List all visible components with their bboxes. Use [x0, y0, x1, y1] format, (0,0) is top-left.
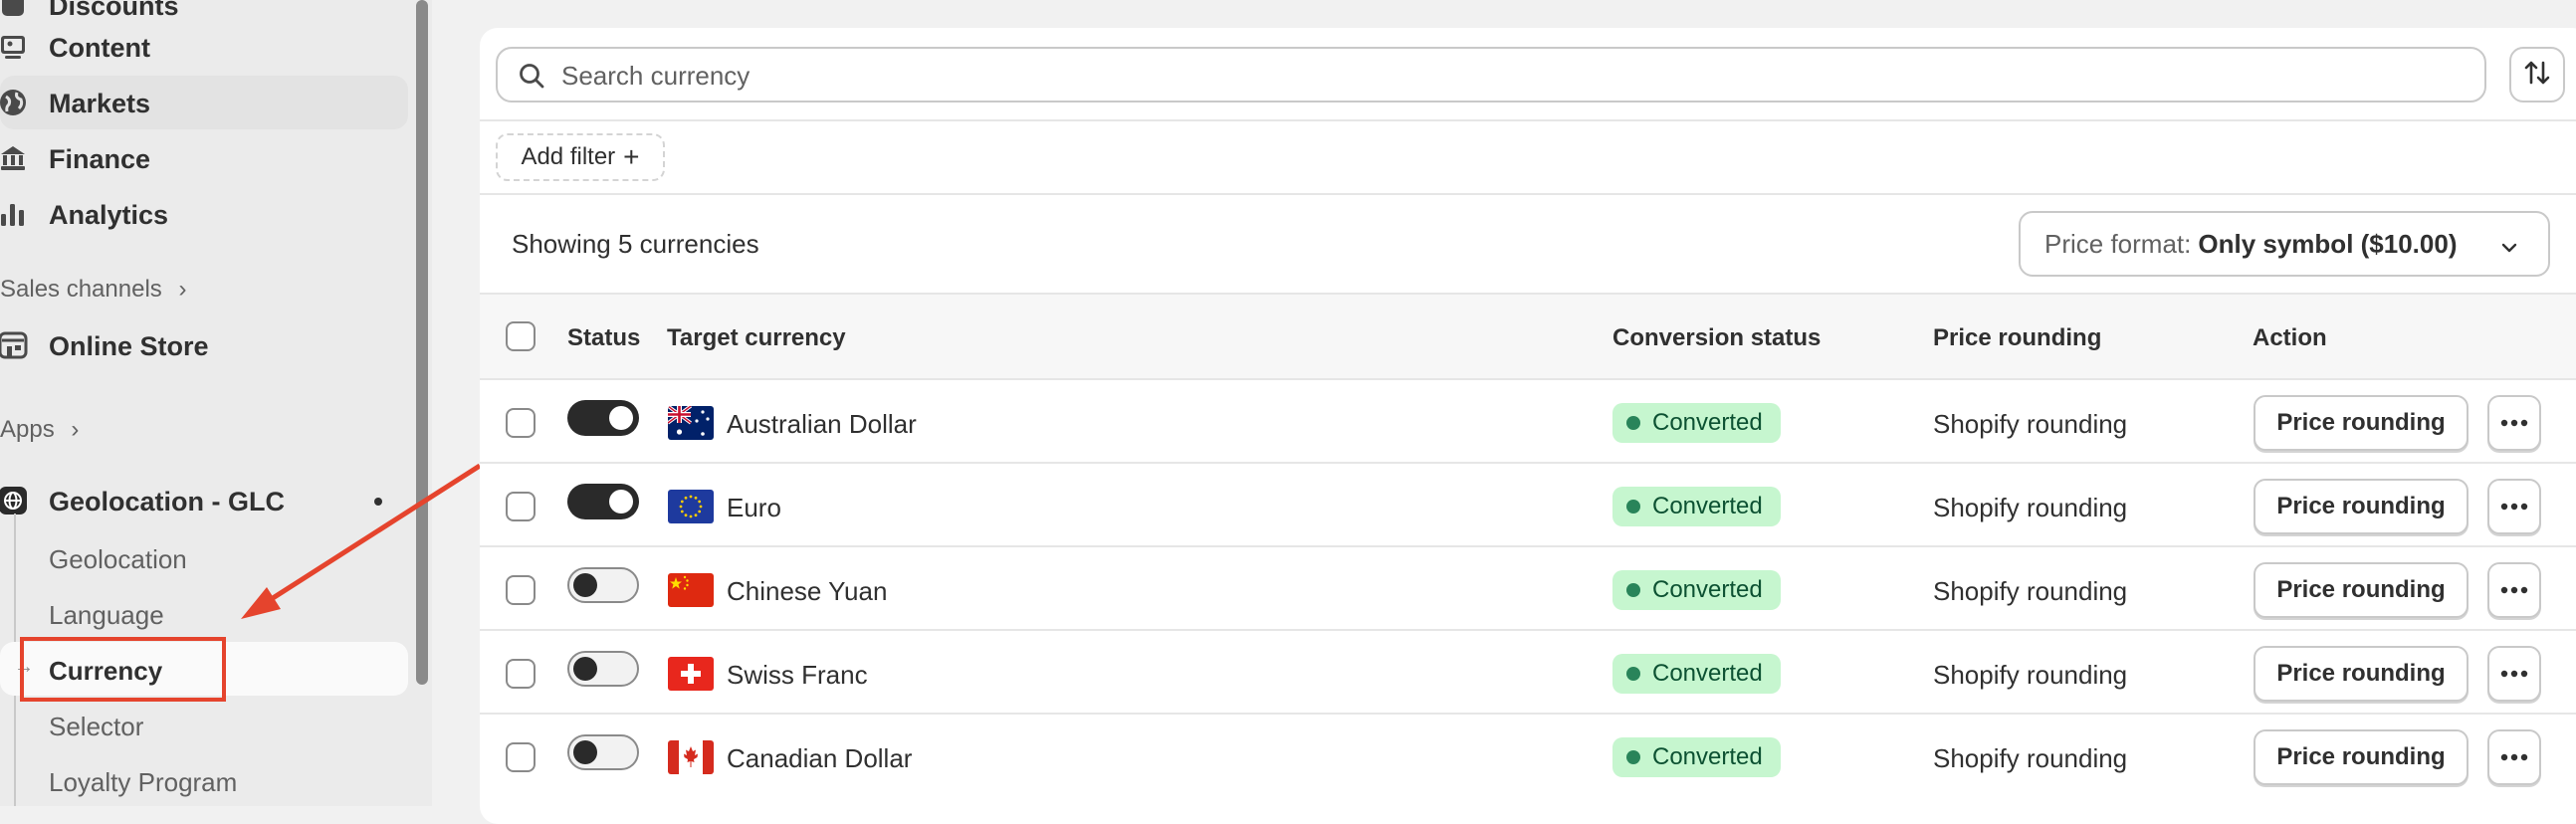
- search-icon: [518, 62, 545, 95]
- showing-count-text: Showing 5 currencies: [512, 229, 759, 259]
- status-toggle[interactable]: [567, 400, 639, 436]
- bar-chart-icon: [0, 199, 28, 229]
- sidebar-item-label: Finance: [49, 144, 151, 174]
- content-icon: [0, 32, 28, 62]
- conversion-status-badge: Converted: [1612, 570, 1781, 610]
- search-input[interactable]: [559, 59, 2455, 93]
- row-checkbox[interactable]: [506, 408, 536, 438]
- sidebar-subitem-label: Language: [49, 600, 164, 630]
- column-header-status[interactable]: Status: [567, 324, 640, 352]
- more-actions-button[interactable]: [2487, 395, 2541, 451]
- column-header-action[interactable]: Action: [2253, 324, 2327, 352]
- add-filter-label: Add filter: [521, 143, 616, 170]
- sidebar-item-finance[interactable]: Finance: [0, 131, 408, 185]
- sidebar: Discounts Content Markets Finance Analyt…: [0, 0, 432, 806]
- currency-name: Euro: [727, 493, 781, 522]
- select-all-checkbox[interactable]: [506, 321, 536, 351]
- sidebar-subitem-label: Loyalty Program: [49, 767, 238, 797]
- sidebar-subitem-loyalty-program[interactable]: Loyalty Program: [0, 753, 408, 807]
- more-actions-button[interactable]: [2487, 729, 2541, 785]
- app-globe-icon: [0, 486, 28, 515]
- price-format-value: Only symbol ($10.00): [2198, 228, 2458, 259]
- column-header-price-rounding[interactable]: Price rounding: [1933, 324, 2101, 352]
- more-horizontal-icon: [2499, 665, 2529, 683]
- more-actions-button[interactable]: [2487, 562, 2541, 618]
- store-icon: [0, 330, 28, 360]
- apps-label: Apps: [0, 416, 55, 443]
- conversion-status-badge: Converted: [1612, 487, 1781, 526]
- conversion-status-badge: Converted: [1612, 403, 1781, 443]
- price-rounding-value: Shopify rounding: [1933, 409, 2128, 439]
- currency-name: Canadian Dollar: [727, 743, 913, 773]
- price-format-label: Price format:: [2044, 228, 2192, 259]
- status-toggle[interactable]: [567, 651, 639, 687]
- sales-channels-link[interactable]: Sales channels ›: [0, 276, 186, 304]
- sidebar-item-analytics[interactable]: Analytics: [0, 187, 408, 241]
- switzerland-flag-icon: [668, 657, 714, 691]
- status-toggle[interactable]: [567, 567, 639, 603]
- bank-icon: [0, 143, 28, 173]
- price-rounding-button[interactable]: Price rounding: [2254, 729, 2469, 785]
- australia-flag-icon: [668, 406, 714, 440]
- currency-name: Swiss Franc: [727, 660, 868, 690]
- search-field[interactable]: [496, 47, 2486, 103]
- row-checkbox[interactable]: [506, 575, 536, 605]
- eu-flag-icon: [668, 490, 714, 523]
- sidebar-item-label: Analytics: [49, 200, 169, 230]
- globe-icon: [0, 88, 28, 117]
- sidebar-subitem-label: Selector: [49, 712, 144, 741]
- row-checkbox[interactable]: [506, 659, 536, 689]
- more-horizontal-icon: [2499, 748, 2529, 766]
- price-rounding-value: Shopify rounding: [1933, 660, 2128, 690]
- price-rounding-value: Shopify rounding: [1933, 743, 2128, 773]
- annotation-arrow: [241, 463, 482, 619]
- column-header-conversion-status[interactable]: Conversion status: [1612, 324, 1821, 352]
- sidebar-item-label: Markets: [49, 89, 151, 118]
- price-rounding-button[interactable]: Price rounding: [2254, 395, 2469, 451]
- sidebar-subitem-selector[interactable]: Selector: [0, 698, 408, 751]
- chevron-down-icon: [2498, 235, 2520, 266]
- sidebar-item-content[interactable]: Content: [0, 20, 408, 74]
- row-checkbox[interactable]: [506, 742, 536, 772]
- column-header-target-currency[interactable]: Target currency: [667, 324, 846, 352]
- chevron-right-icon: ›: [178, 276, 187, 303]
- conversion-status-badge: Converted: [1612, 654, 1781, 694]
- price-rounding-button[interactable]: Price rounding: [2254, 646, 2469, 702]
- more-actions-button[interactable]: [2487, 646, 2541, 702]
- sales-channels-label: Sales channels: [0, 276, 162, 303]
- status-toggle[interactable]: [567, 484, 639, 519]
- conversion-status-badge: Converted: [1612, 737, 1781, 777]
- more-horizontal-icon: [2499, 581, 2529, 599]
- more-horizontal-icon: [2499, 414, 2529, 432]
- apps-link[interactable]: Apps ›: [0, 416, 79, 444]
- discount-icon: [0, 0, 28, 20]
- sidebar-item-label: Online Store: [49, 331, 209, 361]
- price-format-select[interactable]: Price format: Only symbol ($10.00): [2019, 211, 2550, 277]
- add-filter-button[interactable]: Add filter +: [496, 133, 665, 181]
- more-horizontal-icon: [2499, 498, 2529, 515]
- price-rounding-value: Shopify rounding: [1933, 576, 2128, 606]
- plus-icon: +: [623, 141, 640, 172]
- more-actions-button[interactable]: [2487, 479, 2541, 534]
- row-checkbox[interactable]: [506, 492, 536, 521]
- status-toggle[interactable]: [567, 734, 639, 770]
- annotation-highlight-box: [20, 637, 226, 702]
- sidebar-item-label: Content: [49, 33, 150, 63]
- sort-button[interactable]: [2509, 47, 2565, 103]
- sidebar-item-label: Discounts: [49, 0, 179, 21]
- sidebar-item-online-store[interactable]: Online Store: [0, 318, 408, 372]
- sort-icon: [2522, 58, 2552, 93]
- price-rounding-value: Shopify rounding: [1933, 493, 2128, 522]
- price-rounding-button[interactable]: Price rounding: [2254, 479, 2469, 534]
- sidebar-item-markets[interactable]: Markets: [0, 76, 408, 129]
- divider: [480, 193, 2576, 195]
- china-flag-icon: [668, 573, 714, 607]
- divider: [480, 119, 2576, 121]
- chevron-right-icon: ›: [71, 416, 80, 443]
- currency-name: Australian Dollar: [727, 409, 917, 439]
- currency-name: Chinese Yuan: [727, 576, 888, 606]
- sidebar-subitem-label: Geolocation: [49, 544, 187, 574]
- price-rounding-button[interactable]: Price rounding: [2254, 562, 2469, 618]
- canada-flag-icon: [668, 740, 714, 774]
